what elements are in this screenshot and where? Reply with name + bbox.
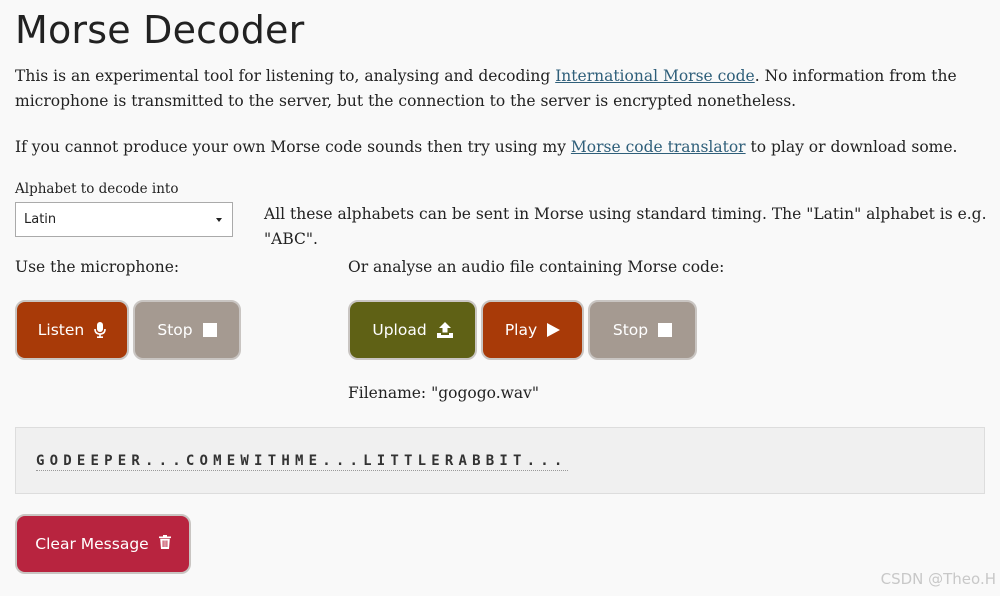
- alphabet-select[interactable]: Latin: [15, 202, 233, 237]
- translator-text-before: If you cannot produce your own Morse cod…: [15, 138, 571, 156]
- microphone-section-label: Use the microphone:: [15, 258, 180, 276]
- clear-message-button[interactable]: Clear Message: [15, 514, 191, 574]
- decoded-message-box: GODEEPER...COMEWITHME...LITTLERABBIT...: [15, 427, 985, 494]
- stop-square-icon: [202, 323, 217, 337]
- play-button[interactable]: Play: [481, 300, 584, 360]
- listen-button-label: Listen: [37, 321, 85, 339]
- alphabet-selected-value: Latin: [24, 212, 57, 227]
- filename-text: Filename: "gogogo.wav": [348, 384, 540, 402]
- morse-code-translator-link[interactable]: Morse code translator: [571, 138, 746, 156]
- stop-square-icon: [658, 323, 673, 337]
- clear-message-label: Clear Message: [35, 535, 149, 553]
- upload-button-label: Upload: [372, 321, 427, 339]
- translator-text-after: to play or download some.: [745, 138, 958, 156]
- audio-file-stop-label: Stop: [612, 321, 649, 339]
- intro-text-before: This is an experimental tool for listeni…: [15, 67, 556, 85]
- audio-file-stop-button[interactable]: Stop: [588, 300, 697, 360]
- microphone-stop-label: Stop: [157, 321, 193, 339]
- trash-icon: [158, 535, 171, 553]
- alphabet-hint: All these alphabets can be sent in Morse…: [264, 205, 987, 248]
- play-icon: [547, 323, 561, 337]
- csdn-watermark: CSDN @Theo.H: [880, 570, 996, 588]
- upload-button[interactable]: Upload: [348, 300, 477, 360]
- microphone-icon: [94, 322, 107, 338]
- upload-icon: [436, 322, 453, 338]
- morse-decoder-page: Morse Decoder This is an experimental to…: [0, 0, 1000, 596]
- international-morse-code-link[interactable]: International Morse code: [555, 67, 755, 85]
- microphone-stop-button[interactable]: Stop: [133, 300, 241, 360]
- page-title: Morse Decoder: [15, 8, 305, 52]
- play-button-label: Play: [504, 321, 538, 339]
- decoded-message-text: GODEEPER...COMEWITHME...LITTLERABBIT...: [36, 453, 568, 471]
- translator-paragraph: If you cannot produce your own Morse cod…: [15, 135, 985, 160]
- audio-file-section-label: Or analyse an audio file containing Mors…: [348, 258, 725, 276]
- dropdown-caret-icon: [216, 218, 222, 222]
- alphabet-label: Alphabet to decode into: [15, 181, 179, 197]
- intro-paragraph: This is an experimental tool for listeni…: [15, 64, 985, 114]
- listen-button[interactable]: Listen: [15, 300, 129, 360]
